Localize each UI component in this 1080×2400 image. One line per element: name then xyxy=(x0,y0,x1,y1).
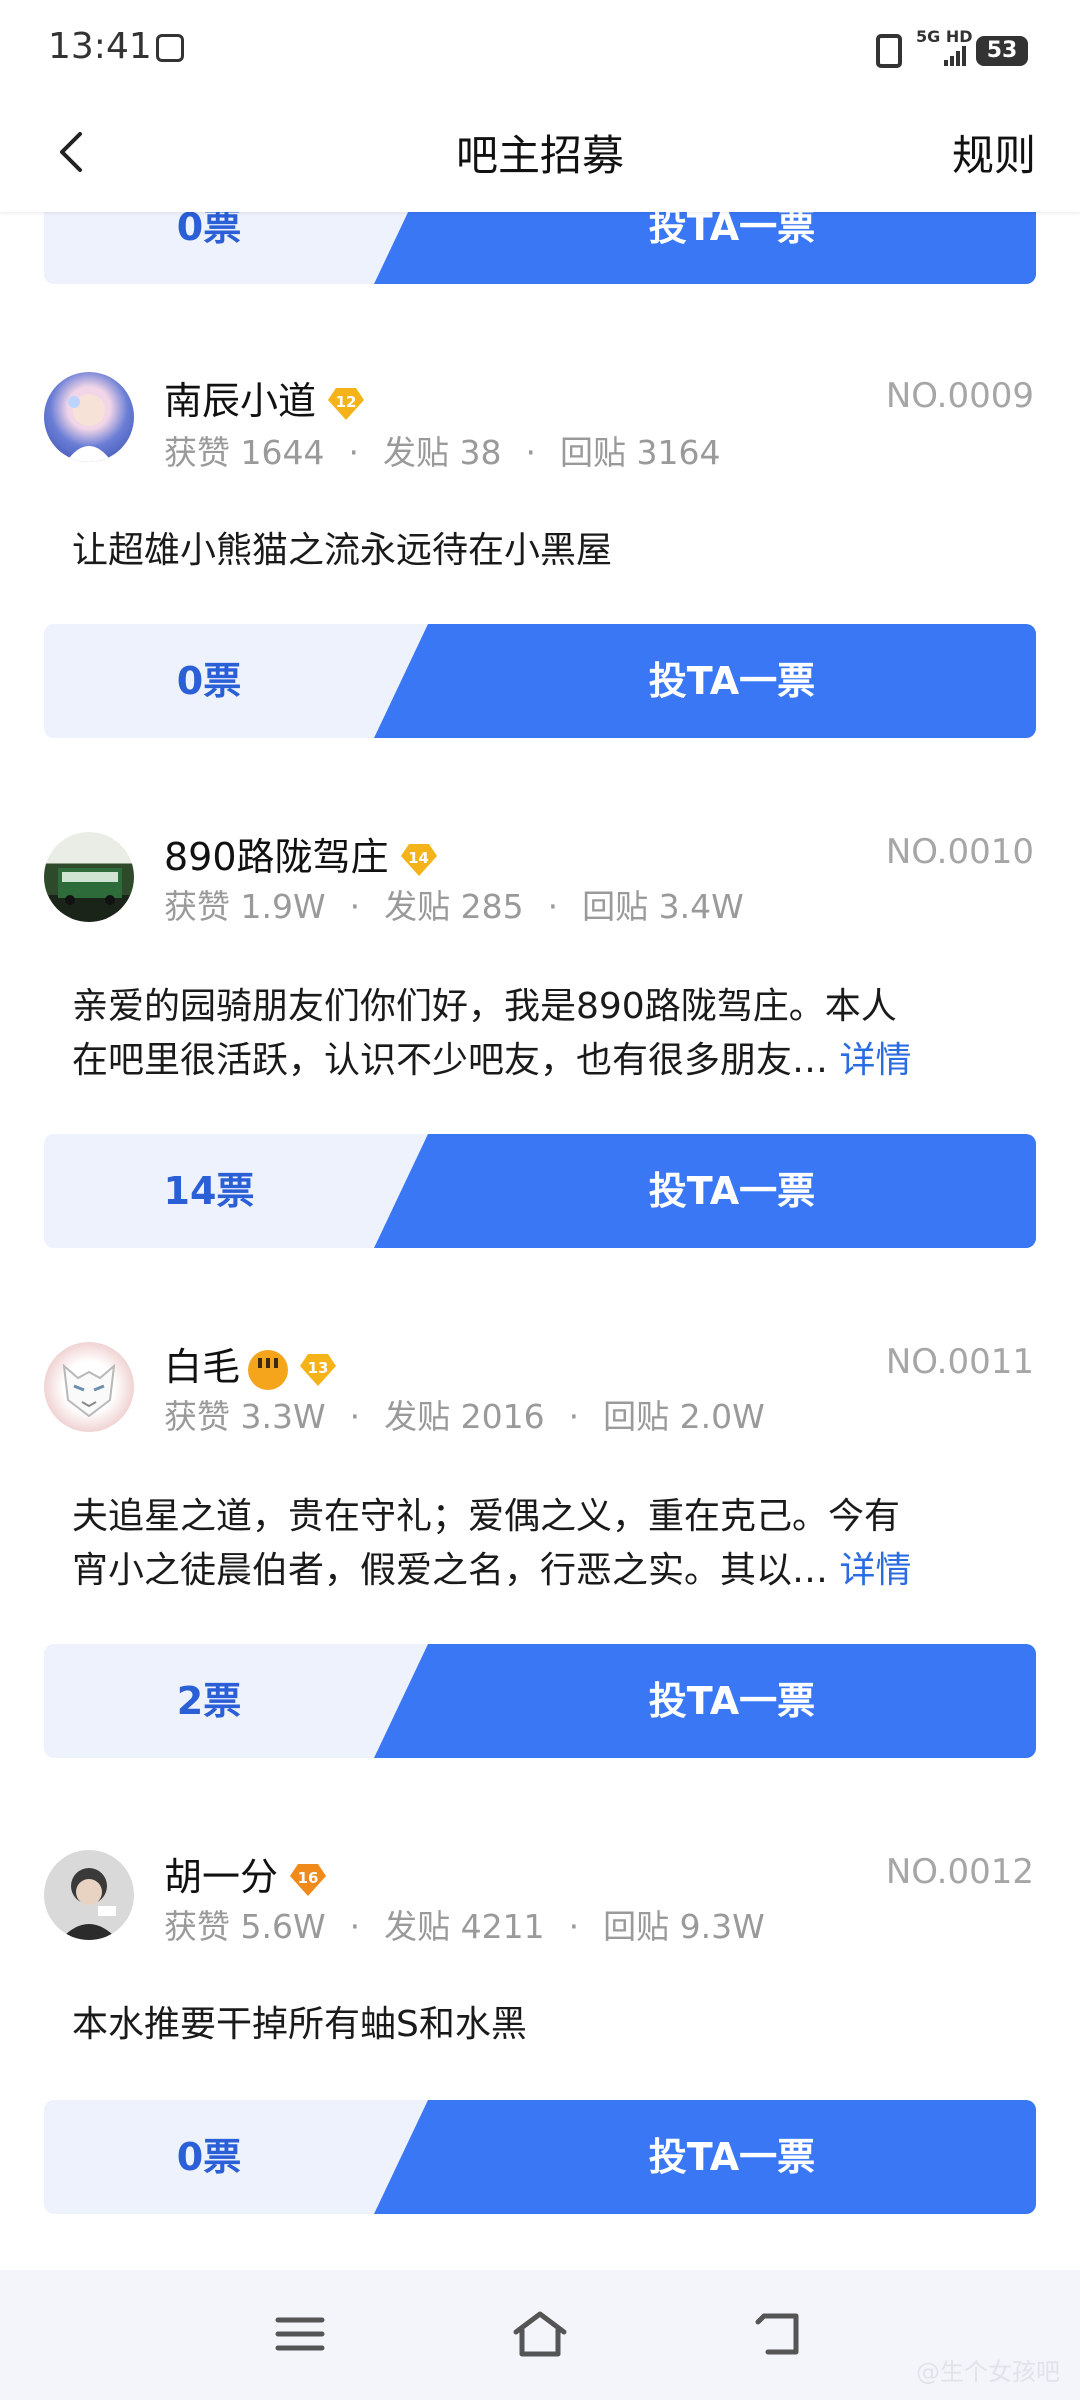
candidate-stats: 获赞 3.3W · 发贴 2016 · 回贴 2.0W xyxy=(164,1397,765,1436)
home-icon[interactable] xyxy=(510,2308,570,2364)
avatar[interactable] xyxy=(44,372,134,462)
candidate-description: 让超雄小熊猫之流永远待在小黑屋 xyxy=(72,530,613,571)
candidate-name-row: 白毛 13 xyxy=(164,1336,338,1391)
vote-button[interactable]: 投TA一票 xyxy=(374,1644,1036,1758)
notification-icon xyxy=(156,34,184,62)
avatar[interactable] xyxy=(44,1850,134,1940)
candidate-name-row: 890路陇驾庄 14 xyxy=(164,826,439,881)
vote-count: 0票 xyxy=(176,659,242,703)
tiger-emoji-icon xyxy=(248,1349,289,1390)
vote-bar: 0票 投TA一票 xyxy=(44,2100,1036,2214)
system-nav-bar: @生个女孩吧 xyxy=(0,2270,1080,2400)
watermark: @生个女孩吧 xyxy=(916,2358,1060,2386)
candidate-number: NO.0011 xyxy=(885,1342,1034,1382)
rules-button[interactable]: 规则 xyxy=(952,122,1036,183)
candidate-name[interactable]: 胡一分 xyxy=(164,1855,278,1899)
header: 吧主招募 规则 xyxy=(0,100,1080,212)
vote-button[interactable]: 投TA一票 xyxy=(374,1134,1036,1248)
avatar[interactable] xyxy=(44,1342,134,1432)
vote-count: 14票 xyxy=(163,1169,255,1213)
candidate-number: NO.0009 xyxy=(885,376,1034,416)
page-title: 吧主招募 xyxy=(455,131,624,180)
candidate-description: 本水推要干掉所有蚰S和水黑 xyxy=(72,2004,527,2045)
battery-icon: 53 xyxy=(976,36,1028,66)
status-bar: 13:41 5G HD 53 xyxy=(0,0,1080,100)
candidate-name[interactable]: 白毛 xyxy=(164,1345,240,1389)
vote-count: 0票 xyxy=(176,2135,242,2179)
vibrate-icon xyxy=(876,34,902,68)
candidate-name[interactable]: 890路陇驾庄 xyxy=(164,835,389,879)
vote-count: 2票 xyxy=(176,1679,242,1723)
details-link[interactable]: 详情 xyxy=(839,1550,911,1591)
candidate-stats: 获赞 1.9W · 发贴 285 · 回贴 3.4W xyxy=(164,887,744,926)
signal-icon xyxy=(944,44,970,66)
candidate-stats: 获赞 1644 · 发贴 38 · 回贴 3164 xyxy=(164,433,721,472)
level-badge: 12 xyxy=(326,386,366,422)
candidate-description: 亲爱的园骑朋友们你们好，我是890路陇驾庄。本人 在吧里很活跃，认识不少吧友，也… xyxy=(72,986,912,1081)
details-link[interactable]: 详情 xyxy=(839,1040,911,1081)
vote-button[interactable]: 投TA一票 xyxy=(374,624,1036,738)
candidate-number: NO.0010 xyxy=(885,832,1034,872)
avatar[interactable] xyxy=(44,832,134,922)
vote-button[interactable]: 投TA一票 xyxy=(374,2100,1036,2214)
candidate-name[interactable]: 南辰小道 xyxy=(164,379,316,423)
candidate-number: NO.0012 xyxy=(885,1852,1034,1892)
candidate-description: 夫追星之道，贵在守礼；爱偶之义，重在克己。今有 宵小之徒晨伯者，假爱之名，行恶之… xyxy=(72,1496,912,1591)
candidate-stats: 获赞 5.6W · 发贴 4211 · 回贴 9.3W xyxy=(164,1907,765,1946)
candidate-list[interactable]: 0票 投TA一票 南辰小道 12 NO.0009 获赞 1644 · 发贴 38 · 回贴… xyxy=(0,0,1080,2270)
back-nav-icon[interactable] xyxy=(752,2308,808,2364)
candidate-name-row: 胡一分 16 xyxy=(164,1846,328,1901)
level-badge: 13 xyxy=(298,1352,338,1388)
vote-bar: 2票 投TA一票 xyxy=(44,1644,1036,1758)
level-badge: 16 xyxy=(288,1862,328,1898)
vote-bar: 14票 投TA一票 xyxy=(44,1134,1036,1248)
vote-bar: 0票 投TA一票 xyxy=(44,624,1036,738)
candidate-name-row: 南辰小道 12 xyxy=(164,370,366,425)
status-time: 13:41 xyxy=(48,26,152,67)
level-badge: 14 xyxy=(399,842,439,878)
menu-icon[interactable] xyxy=(274,2308,326,2364)
